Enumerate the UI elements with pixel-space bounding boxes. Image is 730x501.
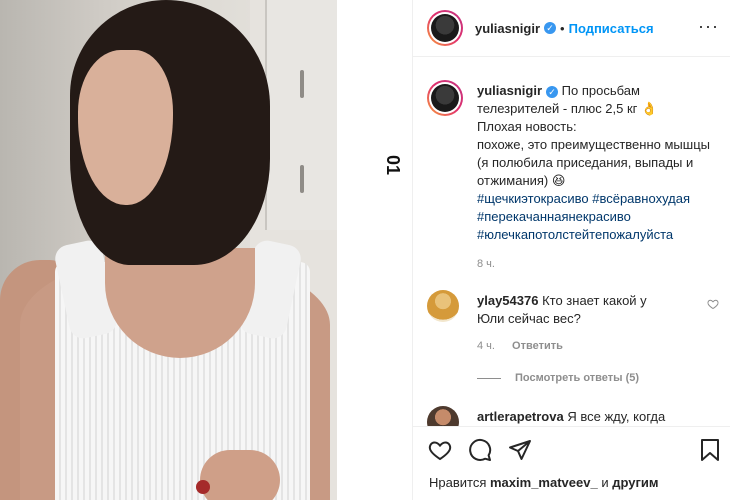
commenter-avatar[interactable] bbox=[427, 406, 459, 426]
post-panel: yuliasnigir ✓ • Подписаться ··· yuliasni… bbox=[412, 0, 730, 501]
comment-time: 4 ч. bbox=[477, 340, 495, 352]
heart-icon[interactable] bbox=[427, 437, 453, 463]
caption-avatar-ring[interactable] bbox=[427, 80, 463, 116]
comment-body: ylay54376 Кто знает какой у Юли сейчас в… bbox=[477, 292, 677, 328]
view-replies-label[interactable]: Посмотреть ответы (5) bbox=[515, 372, 639, 384]
likes-prefix: Нравится bbox=[429, 475, 487, 490]
caption-text: похоже, это преимущественно мышцы (я пол… bbox=[477, 137, 710, 188]
avatar[interactable] bbox=[431, 14, 459, 42]
photo-cabinet bbox=[265, 0, 337, 230]
reply-button[interactable]: Ответить bbox=[512, 340, 563, 352]
verified-icon: ✓ bbox=[546, 85, 559, 98]
view-replies-button[interactable]: Посмотреть ответы (5) bbox=[477, 372, 639, 384]
more-options-icon[interactable]: ··· bbox=[698, 16, 719, 37]
commenter-username[interactable]: artlerapetrova bbox=[477, 409, 564, 424]
post-photo[interactable] bbox=[0, 0, 337, 500]
hashtag-link[interactable]: #щечкиэтокрасиво bbox=[477, 191, 589, 206]
comment-body: artlerapetrova Я все жду, когда bbox=[477, 408, 677, 426]
header-avatar-ring[interactable] bbox=[427, 10, 463, 46]
commenter-avatar[interactable] bbox=[427, 290, 459, 322]
caption-time: 8 ч. bbox=[477, 258, 495, 270]
likes-and: и bbox=[601, 475, 609, 490]
hashtag-link[interactable]: #юлечкапотолстейтепожалуйста bbox=[477, 227, 673, 242]
photo-cabinet-handle bbox=[300, 165, 304, 193]
header-username[interactable]: yuliasnigir bbox=[475, 21, 540, 36]
avatar[interactable] bbox=[431, 84, 459, 112]
verified-icon: ✓ bbox=[544, 22, 557, 34]
comment-text: Я все жду, когда bbox=[567, 409, 666, 424]
bookmark-icon[interactable] bbox=[697, 437, 723, 463]
post-header: yuliasnigir ✓ • Подписаться ··· bbox=[413, 0, 730, 57]
photo-hand bbox=[200, 450, 280, 500]
caption-username[interactable]: yuliasnigir bbox=[477, 83, 542, 98]
photo-cabinet-handle bbox=[300, 70, 304, 98]
action-bar: Нравится maxim_matveev_ и другим bbox=[413, 426, 730, 501]
photo-berry bbox=[196, 480, 210, 494]
likes-summary[interactable]: Нравится maxim_matveev_ и другим bbox=[429, 475, 659, 490]
separator: • bbox=[560, 20, 565, 36]
replies-divider bbox=[477, 377, 501, 379]
comment-item: artlerapetrova Я все жду, когда bbox=[427, 404, 727, 426]
hashtag-link[interactable]: #всёравнохудая bbox=[592, 191, 690, 206]
comment-like-heart-icon[interactable] bbox=[707, 298, 719, 313]
caption-text: Плохая новость: bbox=[477, 119, 577, 134]
comment-icon[interactable] bbox=[467, 437, 493, 463]
caption-body: yuliasnigir ✓ По просьбам телезрителей - … bbox=[477, 82, 717, 244]
carousel-indicator: 01 bbox=[383, 154, 404, 176]
hashtag-link[interactable]: #перекачаннаянекрасиво bbox=[477, 209, 631, 224]
likes-others[interactable]: другим bbox=[612, 475, 658, 490]
share-icon[interactable] bbox=[507, 437, 533, 463]
commenter-username[interactable]: ylay54376 bbox=[477, 293, 538, 308]
follow-button[interactable]: Подписаться bbox=[569, 21, 654, 36]
likes-user[interactable]: maxim_matveev_ bbox=[490, 475, 598, 490]
comment-meta: 4 ч. Ответить bbox=[477, 340, 563, 352]
